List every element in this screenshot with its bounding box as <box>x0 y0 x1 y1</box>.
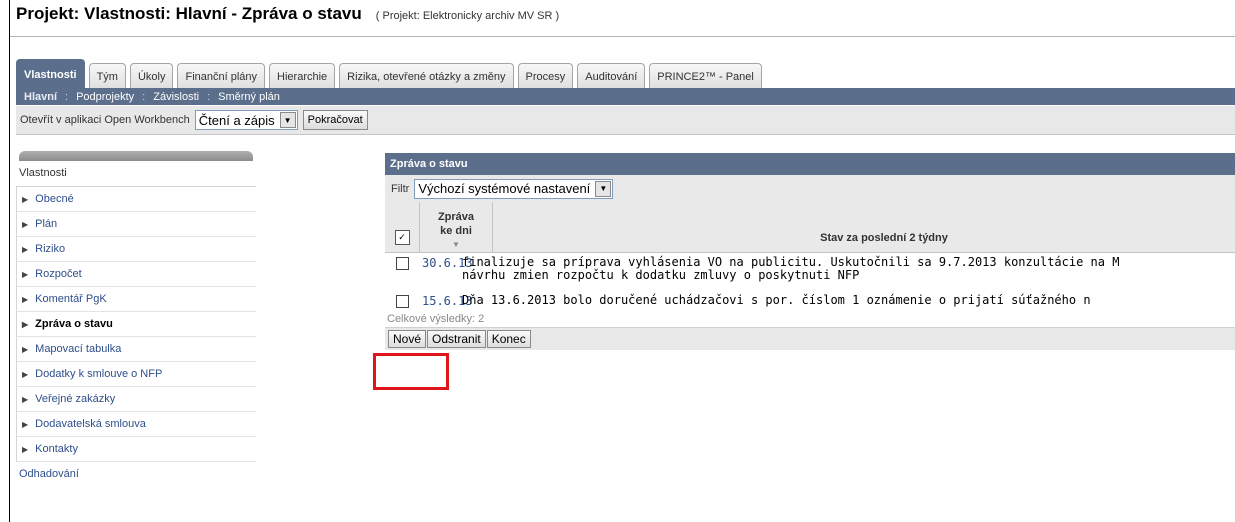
sidebar-item-rozpocet[interactable]: ▶ Rozpočet <box>16 262 256 287</box>
column-header-status: Stav za poslední 2 týdny <box>820 232 948 244</box>
row-checkbox-cell <box>385 291 419 313</box>
page-header: Projekt: Vlastnosti: Hlavní - Zpráva o s… <box>16 4 559 32</box>
chevron-down-icon[interactable]: ▼ <box>595 180 612 197</box>
close-button[interactable]: Konec <box>486 330 531 348</box>
main-tabs: Vlastnosti Tým Úkoly Finanční plány Hier… <box>16 55 766 90</box>
triangle-right-icon: ▶ <box>22 270 29 279</box>
access-mode-value: Čtení a zápis <box>198 112 275 128</box>
sidebar-heading: Vlastnosti <box>16 161 256 187</box>
triangle-right-icon: ▶ <box>22 295 29 304</box>
sort-arrow-icon: ▼ <box>452 240 460 249</box>
filter-select[interactable]: Výchozí systémové nastavení ▼ <box>414 178 614 199</box>
triangle-right-icon: ▶ <box>22 320 29 329</box>
sub-navigation: Hlavní : Podprojekty : Závislosti : Směr… <box>16 88 1235 105</box>
tab-prince2-panel[interactable]: PRINCE2™ - Panel <box>649 63 762 90</box>
title-divider <box>10 36 1235 37</box>
grid-header: ✓ Zpráva ke dni ▼ Stav za poslední 2 týd… <box>385 202 1235 253</box>
sidebar-item-dodatky[interactable]: ▶ Dodatky k smlouve o NFP <box>16 362 256 387</box>
triangle-right-icon: ▶ <box>22 370 29 379</box>
filter-value: Výchozí systémové nastavení <box>418 181 591 196</box>
sidebar-top-bar <box>19 151 253 161</box>
table-row: 30.6.13 finalizuje sa príprava vyhláseni… <box>385 253 1235 291</box>
sidebar-item-komentar-pgk[interactable]: ▶ Komentář PgK <box>16 287 256 312</box>
tab-vlastnosti[interactable]: Vlastnosti <box>16 59 85 90</box>
properties-sidebar: Vlastnosti ▶ Obecné ▶ Plán ▶ Riziko ▶ Rozpoč… <box>16 151 256 486</box>
access-mode-select[interactable]: Čtení a zápis ▼ <box>194 110 298 130</box>
tab-financni-plany[interactable]: Finanční plány <box>177 63 266 90</box>
page-title: Projekt: Vlastnosti: Hlavní - Zpráva o s… <box>16 4 362 23</box>
tab-tym[interactable]: Tým <box>88 63 126 90</box>
row-status-line: návrhu zmien rozpočtu k dodatku zmluvy o… <box>462 268 860 282</box>
subnav-hlavni[interactable]: Hlavní <box>24 91 57 103</box>
project-subtitle: ( Projekt: Elektronicky archiv MV SR ) <box>375 10 560 22</box>
sidebar-item-label: Mapovací tabulka <box>35 343 122 355</box>
filter-row: Filtr Výchozí systémové nastavení ▼ <box>385 175 1235 202</box>
row-date-link[interactable]: 30.6.13 <box>419 253 473 291</box>
select-all-cell: ✓ <box>385 202 419 252</box>
sidebar-item-label: Obecné <box>35 193 74 205</box>
triangle-right-icon: ▶ <box>22 220 29 229</box>
row-status-line: Dňa 13.6.2013 bolo doručené uchádzačovi … <box>462 293 1091 307</box>
status-report-panel: Zpráva o stavu Filtr Výchozí systémové n… <box>385 153 1235 350</box>
action-bar: Nové Odstranit Konec <box>385 327 1235 350</box>
sidebar-item-zprava-o-stavu[interactable]: ▶ Zpráva o stavu <box>16 312 256 337</box>
sidebar-item-verejne-zakazky[interactable]: ▶ Veřejné zakázky <box>16 387 256 412</box>
continue-button[interactable]: Pokračovat <box>302 110 368 130</box>
row-status-text: finalizuje sa príprava vyhlásenia VO na … <box>458 253 1119 291</box>
open-workbench-label: Otevřít v aplikaci Open Workbench <box>20 114 190 126</box>
row-checkbox[interactable] <box>395 257 409 270</box>
sidebar-item-riziko[interactable]: ▶ Riziko <box>16 237 256 262</box>
row-checkbox-cell <box>385 253 419 291</box>
subnav-podprojekty[interactable]: Podprojekty <box>76 91 134 103</box>
panel-title: Zpráva o stavu <box>385 153 1235 175</box>
sidebar-item-odhadovani[interactable]: Odhadování <box>16 462 256 486</box>
sidebar-item-label: Dodavatelská smlouva <box>35 418 146 430</box>
triangle-right-icon: ▶ <box>22 245 29 254</box>
subnav-zavislosti[interactable]: Závislosti <box>153 91 199 103</box>
sidebar-item-label: Plán <box>35 218 58 230</box>
subnav-separator: : <box>65 90 69 103</box>
row-checkbox[interactable] <box>395 295 409 308</box>
row-status-text: Dňa 13.6.2013 bolo doručené uchádzačovi … <box>458 291 1091 313</box>
triangle-right-icon: ▶ <box>22 195 29 204</box>
filter-label: Filtr <box>391 182 410 195</box>
sidebar-item-plan[interactable]: ▶ Plán <box>16 212 256 237</box>
new-button[interactable]: Nové <box>388 330 427 348</box>
tab-procesy[interactable]: Procesy <box>517 63 574 90</box>
tab-ukoly[interactable]: Úkoly <box>129 63 174 90</box>
triangle-right-icon: ▶ <box>22 345 29 354</box>
triangle-right-icon: ▶ <box>22 420 29 429</box>
table-row: 15.6.13 Dňa 13.6.2013 bolo doručené uchá… <box>385 291 1235 313</box>
sidebar-item-label: Zpráva o stavu <box>35 318 113 330</box>
triangle-right-icon: ▶ <box>22 395 29 404</box>
select-all-icon[interactable]: ✓ <box>394 230 410 245</box>
column-header-date-line1: Zpráva <box>437 211 475 223</box>
sidebar-item-label: Kontakty <box>35 443 78 455</box>
triangle-right-icon: ▶ <box>22 445 29 454</box>
tab-auditovani[interactable]: Auditování <box>577 63 646 90</box>
column-header-date-line2: ke dni <box>440 225 472 237</box>
tab-hierarchie[interactable]: Hierarchie <box>269 63 336 90</box>
subnav-separator: : <box>142 90 146 103</box>
chevron-down-icon[interactable]: ▼ <box>279 112 296 128</box>
column-header-date[interactable]: Zpráva ke dni ▼ <box>419 202 493 252</box>
sidebar-item-obecne[interactable]: ▶ Obecné <box>16 187 256 212</box>
open-workbench-toolbar: Otevřít v aplikaci Open Workbench Čtení … <box>16 106 1235 135</box>
sidebar-item-label: Rozpočet <box>35 268 82 280</box>
sidebar-item-dodavatelska-smlouva[interactable]: ▶ Dodavatelská smlouva <box>16 412 256 437</box>
sidebar-item-kontakty[interactable]: ▶ Kontakty <box>16 437 256 462</box>
row-date-link[interactable]: 15.6.13 <box>419 291 473 313</box>
total-results: Celkové výsledky: 2 <box>387 313 485 325</box>
subnav-separator: : <box>207 90 211 103</box>
tab-rizika[interactable]: Rizika, otevřené otázky a změny <box>339 63 514 90</box>
subnav-smerny-plan[interactable]: Směrný plán <box>218 91 280 103</box>
sidebar-item-label: Riziko <box>35 243 66 255</box>
sidebar-item-label: Veřejné zakázky <box>35 393 116 405</box>
sidebar-item-mapovaci-tabulka[interactable]: ▶ Mapovací tabulka <box>16 337 256 362</box>
delete-button[interactable]: Odstranit <box>427 330 486 348</box>
sidebar-item-label: Komentář PgK <box>35 293 107 305</box>
highlight-box <box>373 353 449 390</box>
sidebar-item-label: Dodatky k smlouve o NFP <box>35 368 163 380</box>
